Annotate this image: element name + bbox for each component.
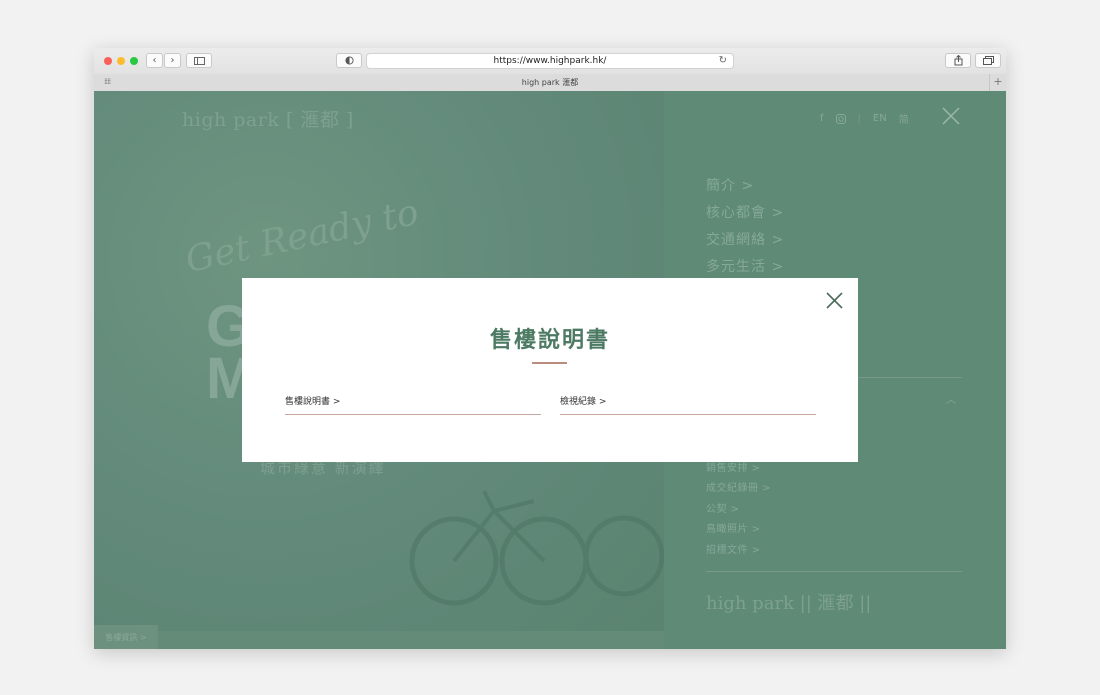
privacy-shield-button[interactable] [336,53,362,68]
chevron-left-icon: ‹ [152,55,157,66]
hero-footer-strip [94,631,664,649]
chevron-up-icon[interactable]: ︿ [946,391,956,406]
reload-icon[interactable]: ↻ [719,55,727,66]
menu-divider [706,571,962,572]
footer-logo[interactable]: high park || 滙都 || [706,589,871,615]
close-window-button[interactable] [104,57,112,65]
sales-brochure-link[interactable]: 售樓說明書 > [285,389,541,415]
brochure-modal: 售樓說明書 售樓說明書 > 檢視紀錄 > [242,278,858,462]
site-logo[interactable]: high park [ 滙都 ] [182,105,354,132]
forward-button[interactable]: › [164,53,181,68]
tabs-icon [982,56,994,65]
menu-sub-aerial-photos[interactable]: 鳥瞰照片 > [706,520,761,535]
back-button[interactable]: ‹ [146,53,163,68]
menu-item-core-city[interactable]: 核心都會 > [706,202,784,222]
title-underline [532,362,567,364]
lang-zh-link[interactable]: 简 [899,111,909,126]
minimize-window-button[interactable] [117,57,125,65]
chevron-right-icon: › [170,55,175,66]
url-text: https://www.highpark.hk/ [493,56,607,66]
tab-bar: ⁞⁞⁞⁞ high park 滙都 + [94,74,1006,92]
browser-toolbar: ‹ › https://www.highpark.hk/ ↻ [94,48,1006,75]
page-viewport: high park [ 滙都 ] Get Ready to G M 城市綠意 新… [94,91,1006,649]
menu-close-icon[interactable] [942,107,960,125]
grid-icon[interactable]: ⁞⁞⁞⁞ [104,77,111,86]
sales-info-tab[interactable]: 售樓資訊 > [94,625,158,649]
menu-sub-dmc[interactable]: 公契 > [706,500,740,515]
close-icon[interactable] [826,292,843,309]
browser-window: ‹ › https://www.highpark.hk/ ↻ ⁞⁞⁞⁞ high… [94,48,1006,649]
zoom-window-button[interactable] [130,57,138,65]
menu-item-intro[interactable]: 簡介 > [706,175,754,195]
lang-en-link[interactable]: EN [873,113,887,124]
hero-script-text: Get Ready to [182,191,423,282]
address-bar[interactable]: https://www.highpark.hk/ ↻ [366,53,734,69]
menu-item-lifestyle[interactable]: 多元生活 > [706,256,784,276]
view-records-link[interactable]: 檢視紀錄 > [560,389,816,415]
instagram-icon[interactable] [835,113,846,124]
divider: | [857,113,861,124]
tabs-overview-button[interactable] [975,53,1001,68]
tab-title[interactable]: high park 滙都 [522,77,578,88]
share-icon [954,55,962,66]
menu-item-transport[interactable]: 交通網絡 > [706,229,784,249]
share-button[interactable] [945,53,971,68]
menu-social-bar: f | EN 简 [820,111,909,126]
sidebar-icon [193,56,205,65]
bicycle-image [409,490,664,606]
modal-title: 售樓說明書 [489,328,610,353]
new-tab-button[interactable]: + [989,74,1006,91]
shield-icon [344,56,354,65]
menu-sub-tender-docs[interactable]: 招標文件 > [706,541,761,556]
menu-sub-transaction-record[interactable]: 成交紀錄冊 > [706,479,771,494]
sidebar-toggle-button[interactable] [186,53,212,68]
facebook-icon[interactable]: f [820,113,824,124]
